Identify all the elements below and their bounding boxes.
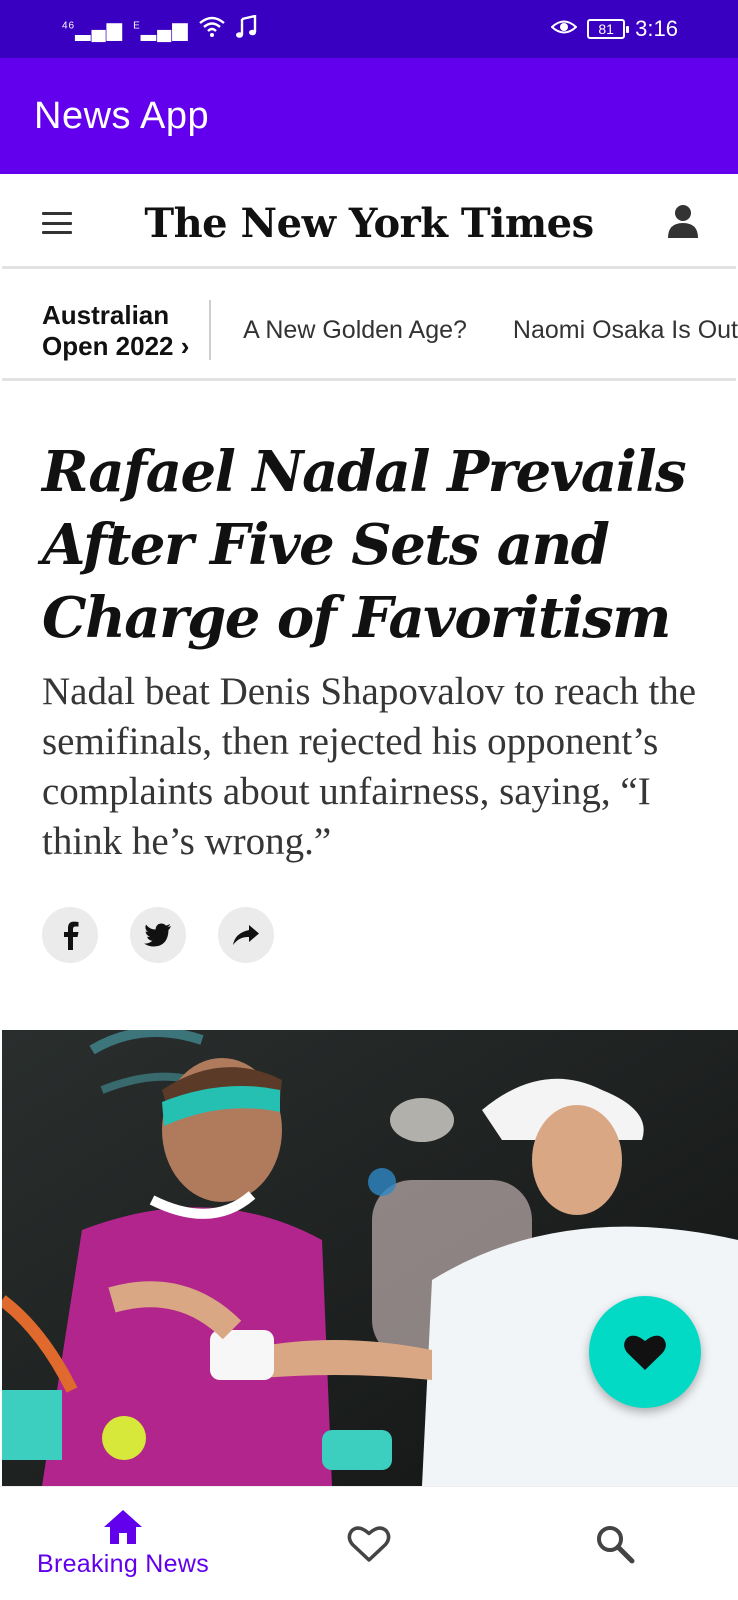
account-icon[interactable] <box>666 203 700 244</box>
section-label-line2: Open 2022 › <box>42 331 190 361</box>
nyt-header: The New York Times <box>0 174 738 272</box>
topic-bar: Australian Open 2022 › A New Golden Age?… <box>0 276 738 384</box>
signal-icon: 46▂▄▆ <box>62 18 124 41</box>
share-icon <box>233 925 259 945</box>
app-title: News App <box>34 94 210 137</box>
divider <box>2 266 736 269</box>
battery-icon: 81 <box>587 19 630 39</box>
topic-link[interactable]: Naomi Osaka Is Out <box>513 316 738 345</box>
eye-icon <box>550 18 578 41</box>
network-type-label: E <box>133 19 141 31</box>
share-row <box>42 907 274 963</box>
section-link-australian-open[interactable]: Australian Open 2022 › <box>0 300 212 361</box>
share-button[interactable] <box>218 907 274 963</box>
bottom-navigation: Breaking News <box>0 1486 738 1600</box>
tennis-players-photo <box>2 1030 738 1486</box>
nav-item-breaking-news[interactable]: Breaking News <box>3 1508 243 1579</box>
battery-level: 81 <box>598 21 614 37</box>
status-right: 81 3:16 <box>550 16 678 42</box>
status-left: 46▂▄▆ E▂▄▆ <box>62 13 257 44</box>
search-icon <box>597 1525 635 1563</box>
nav-item-saved[interactable] <box>249 1524 489 1564</box>
divider <box>2 378 736 381</box>
signal-icon: E▂▄▆ <box>133 18 189 41</box>
facebook-icon <box>64 921 79 950</box>
wifi-icon <box>198 16 225 43</box>
nav-item-search[interactable] <box>495 1524 735 1564</box>
app-bar: News App <box>0 58 738 174</box>
clock: 3:16 <box>635 16 678 41</box>
nyt-masthead-logo[interactable]: The New York Times <box>144 200 594 247</box>
nav-item-label: Breaking News <box>36 1550 210 1578</box>
topic-link[interactable]: A New Golden Age? <box>243 316 467 345</box>
section-label-line1: Australian <box>42 300 170 330</box>
article-summary: Nadal beat Denis Shapovalov to reach the… <box>42 670 697 863</box>
network-type-label: 46 <box>62 19 76 31</box>
favorite-fab[interactable] <box>589 1296 701 1408</box>
menu-icon[interactable] <box>42 212 72 234</box>
home-icon <box>104 1510 142 1544</box>
article-webview[interactable]: The New York Times Australian Open 2022 … <box>0 174 738 1486</box>
article-hero-image <box>2 1030 738 1486</box>
status-bar: 46▂▄▆ E▂▄▆ 81 3:16 <box>0 0 738 58</box>
article-headline: Rafael Nadal Prevails After Five Sets an… <box>42 439 687 651</box>
music-icon <box>235 13 257 44</box>
heart-icon <box>624 1335 666 1370</box>
twitter-share-button[interactable] <box>130 907 186 963</box>
twitter-icon <box>144 923 171 947</box>
facebook-share-button[interactable] <box>42 907 98 963</box>
heart-outline-icon <box>347 1525 391 1562</box>
